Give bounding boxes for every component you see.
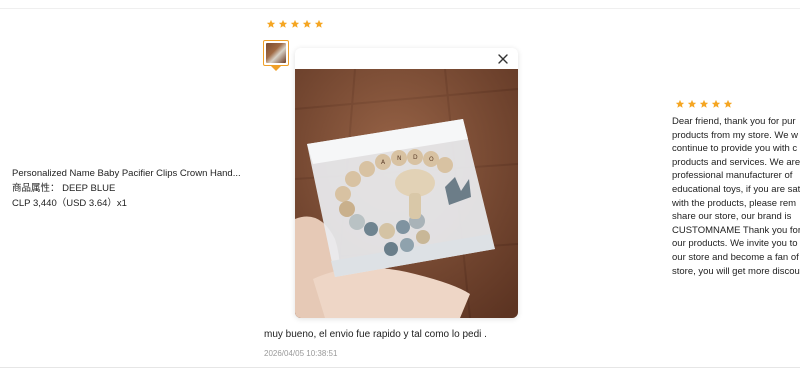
reply-line: products and services. We are xyxy=(672,156,800,168)
review-row: Personalized Name Baby Pacifier Clips Cr… xyxy=(0,0,800,369)
star-icon xyxy=(711,99,721,109)
reply-line: continue to provide you with c xyxy=(672,143,798,155)
reply-line: our store and become a fan of xyxy=(672,251,799,263)
photo-preview-popover: A N D O xyxy=(295,48,518,318)
divider xyxy=(0,8,800,9)
product-info: Personalized Name Baby Pacifier Clips Cr… xyxy=(12,166,248,211)
review-rating xyxy=(266,19,324,29)
star-icon xyxy=(266,19,276,29)
star-icon xyxy=(699,99,709,109)
reply-line: share our store, our brand is xyxy=(672,211,792,223)
review-photo-thumbnail[interactable] xyxy=(263,40,289,66)
svg-text:D: D xyxy=(413,154,418,161)
divider xyxy=(0,367,800,368)
star-icon xyxy=(290,19,300,29)
thumbnail-selected-pointer xyxy=(271,66,281,71)
product-name[interactable]: Personalized Name Baby Pacifier Clips Cr… xyxy=(12,166,248,181)
reply-line: professional manufacturer of xyxy=(672,170,793,182)
star-icon xyxy=(723,99,733,109)
star-icon xyxy=(314,19,324,29)
seller-reply: Dear friend, thank you for pur products … xyxy=(672,115,800,278)
svg-text:O: O xyxy=(429,156,434,163)
reply-line: educational toys, if you are sat xyxy=(672,183,800,195)
star-icon xyxy=(302,19,312,29)
reply-line: products from my store. We w xyxy=(672,129,798,141)
reply-line: Dear friend, thank you for pur xyxy=(672,116,796,127)
review-photo: A N D O xyxy=(295,69,518,318)
reply-line: store, you will get more discou xyxy=(672,265,800,277)
svg-text:N: N xyxy=(397,155,402,162)
star-icon xyxy=(675,99,685,109)
star-icon xyxy=(278,19,288,29)
star-icon xyxy=(687,99,697,109)
reply-line: with the products, please rem xyxy=(672,197,797,209)
close-icon[interactable] xyxy=(496,52,510,66)
review-text: muy bueno, el envio fue rapido y tal com… xyxy=(264,329,487,340)
thumbnail-image xyxy=(266,43,286,63)
product-price: CLP 3,440（USD 3.64）x1 xyxy=(12,198,127,209)
product-attribute: 商品属性： DEEP BLUE xyxy=(12,183,116,194)
reply-line: CUSTOMNAME Thank you for xyxy=(672,224,800,236)
reply-rating xyxy=(675,99,733,109)
review-date: 2026/04/05 10:38:51 xyxy=(264,349,338,358)
reply-line: our products. We invite you to xyxy=(672,238,798,250)
